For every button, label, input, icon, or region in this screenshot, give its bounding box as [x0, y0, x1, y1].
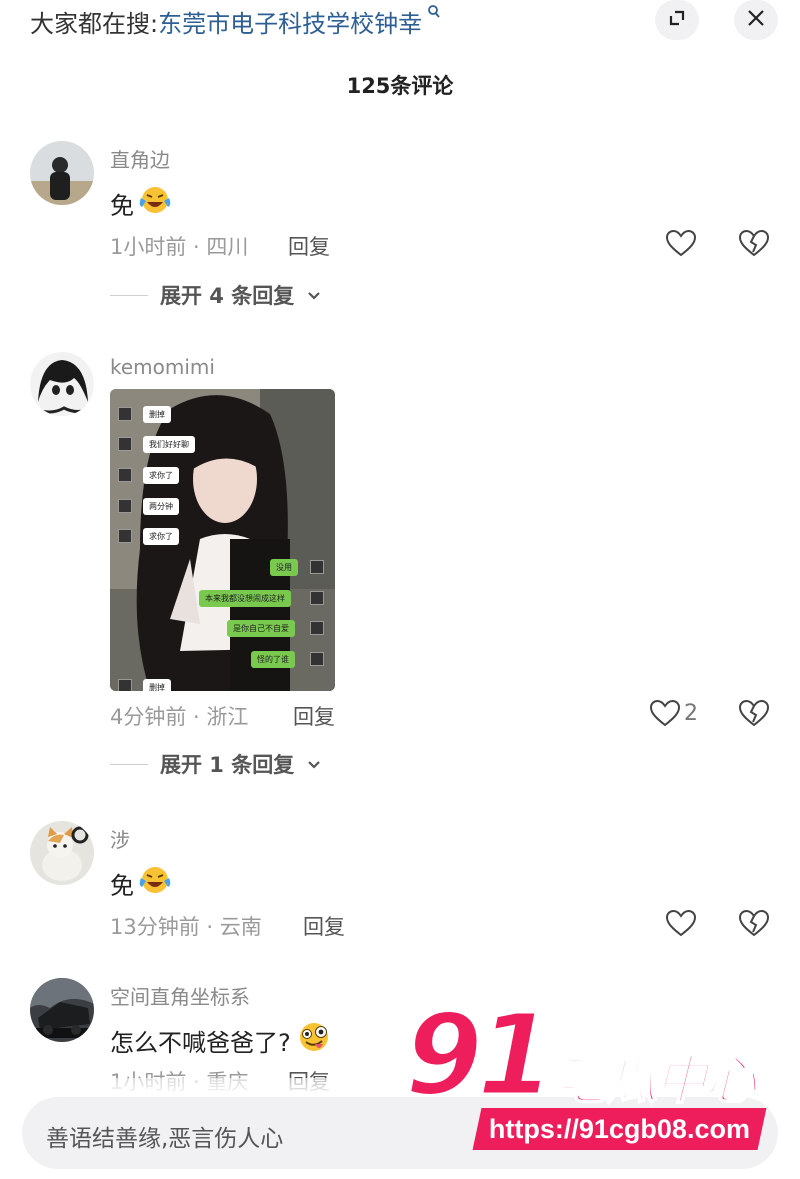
avatar[interactable] — [30, 821, 94, 885]
username[interactable]: 直角边 — [110, 144, 170, 173]
search-icon — [422, 5, 441, 24]
comment-text: 怎么不喊爸爸了? — [110, 1021, 333, 1059]
search-suggestion[interactable]: 大家都在搜:东莞市电子科技学校钟幸 — [30, 4, 441, 39]
chat-bubble: 删掉 — [143, 406, 171, 423]
comment-meta: 1小时前 · 四川 — [110, 235, 249, 259]
chat-bubble: 没用 — [270, 559, 298, 576]
chat-avatar — [310, 621, 324, 635]
expand-replies-label: 展开 4 条回复 — [160, 284, 295, 308]
comment-count: 125条评论 — [346, 74, 454, 98]
broken-heart-icon — [737, 699, 771, 732]
dislike-button[interactable] — [737, 908, 771, 938]
broken-heart-icon — [737, 909, 771, 942]
comment-text: 免 — [110, 865, 172, 901]
like-button[interactable] — [648, 698, 682, 728]
chat-avatar — [118, 529, 132, 543]
chat-bubble: 两分钟 — [143, 498, 179, 515]
divider — [110, 763, 148, 765]
chat-avatar — [118, 499, 132, 513]
comment-text-body: 怎么不喊爸爸了? — [110, 1028, 291, 1057]
expand-replies[interactable]: 展开 1 条回复 — [110, 749, 322, 779]
chat-bubble: 求你了 — [143, 528, 179, 545]
search-suggestion-prefix: 大家都在搜: — [30, 10, 159, 38]
dislike-button[interactable] — [737, 228, 771, 258]
chat-avatar — [118, 468, 132, 482]
laughing-crying-emoji-icon — [138, 185, 172, 221]
divider — [110, 294, 148, 296]
reply-button[interactable]: 回复 — [288, 231, 330, 261]
like-button[interactable] — [664, 228, 698, 258]
chat-avatar — [310, 591, 324, 605]
reply-button[interactable]: 回复 — [303, 911, 345, 941]
silly-face-emoji-icon — [295, 1021, 333, 1059]
like-button[interactable] — [664, 908, 698, 938]
expand-replies[interactable]: 展开 4 条回复 — [110, 280, 322, 310]
avatar[interactable] — [30, 141, 94, 205]
top-bar: 大家都在搜:东莞市电子科技学校钟幸 — [0, 0, 800, 50]
comment-meta: 4分钟前 · 浙江 — [110, 705, 249, 729]
username[interactable]: 涉 — [110, 824, 130, 853]
comment-text: 免 — [110, 185, 172, 221]
chat-bubble: 怪的了谁 — [251, 651, 295, 668]
comment-text-body: 免 — [110, 871, 134, 900]
expand-replies-label: 展开 1 条回复 — [160, 753, 295, 777]
chat-avatar — [118, 679, 132, 691]
username[interactable]: 空间直角坐标系 — [110, 981, 250, 1010]
comment-meta: 13分钟前 · 云南 — [110, 915, 262, 939]
like-count: 2 — [684, 701, 698, 726]
watermark-url-banner: https://91cgb08.com — [472, 1108, 767, 1150]
reply-button[interactable]: 回复 — [293, 701, 335, 731]
chat-avatar — [310, 560, 324, 574]
heart-icon — [664, 229, 698, 262]
chat-bubble: 删掉 — [143, 679, 171, 691]
expand-button[interactable] — [655, 0, 699, 40]
chevron-down-icon — [306, 752, 322, 776]
heart-icon — [648, 699, 682, 732]
laughing-crying-emoji-icon — [138, 865, 172, 901]
search-suggestion-keyword[interactable]: 东莞市电子科技学校钟幸 — [158, 10, 422, 38]
watermark-text: 吃瓜中心 — [554, 1050, 758, 1112]
close-icon — [745, 7, 767, 33]
expand-icon — [666, 7, 688, 33]
watermark-number: 91 — [404, 991, 557, 1121]
heart-icon — [664, 909, 698, 942]
chat-avatar — [118, 407, 132, 421]
watermark-url: https://91cgb08.com — [489, 1113, 751, 1144]
avatar[interactable] — [30, 352, 94, 416]
close-button[interactable] — [734, 0, 778, 40]
avatar[interactable] — [30, 978, 94, 1042]
dislike-button[interactable] — [737, 698, 771, 728]
chat-avatar — [310, 652, 324, 666]
watermark-logo: 91 吃瓜中心 https://91cgb08.com — [404, 991, 800, 1165]
chat-bubble: 是你自己不自爱 — [227, 620, 295, 637]
chat-avatar — [118, 437, 132, 451]
chat-bubble: 本来我都没想闹成这样 — [199, 590, 291, 607]
chat-bubble: 求你了 — [143, 467, 179, 484]
comment-input-placeholder: 善语结善缘,恶言伤人心 — [46, 1126, 284, 1152]
username[interactable]: kemomimi — [110, 355, 215, 379]
broken-heart-icon — [737, 229, 771, 262]
comment-image[interactable]: 删掉 我们好好聊 求你了 两分钟 求你了 没用 本来我都没想闹成这样 是你自己不… — [110, 389, 335, 691]
chat-bubble: 我们好好聊 — [143, 436, 195, 453]
comment-text-body: 免 — [110, 191, 134, 220]
chevron-down-icon — [306, 283, 322, 307]
